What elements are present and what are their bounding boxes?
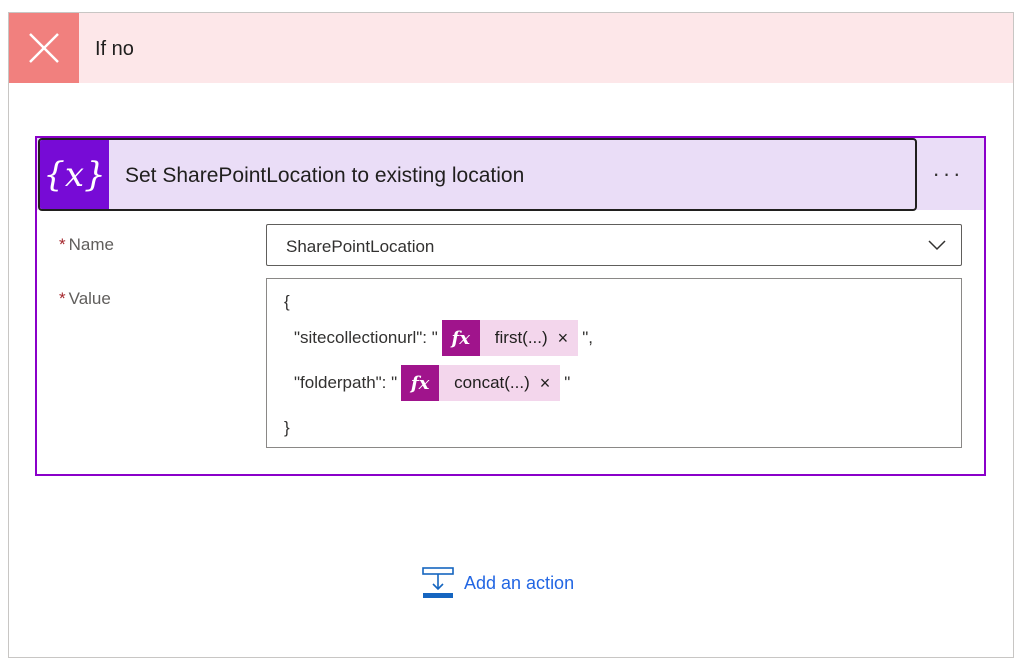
token-label: first(...) <box>494 328 548 347</box>
branch-header[interactable]: If no <box>9 13 1013 83</box>
value-label-text: Value <box>68 289 111 308</box>
branch-title: If no <box>95 38 134 60</box>
add-action-button[interactable]: Add an action <box>422 566 574 600</box>
value-editor[interactable]: { "sitecollectionurl": " fx first(...) ×… <box>266 278 962 448</box>
if-no-branch-container: If no {x} Set SharePointLocation to exis… <box>8 12 1014 658</box>
chevron-down-icon <box>928 240 946 251</box>
close-icon <box>9 13 79 83</box>
site-key: "sitecollectionurl": " <box>294 328 438 347</box>
expression-token-concat[interactable]: fx concat(...) × <box>401 365 561 401</box>
expression-token-first[interactable]: fx first(...) × <box>441 320 579 356</box>
remove-token-icon[interactable]: × <box>540 373 561 394</box>
set-variable-action-card: {x} Set SharePointLocation to existing l… <box>35 136 986 476</box>
name-dropdown-value: SharePointLocation <box>286 237 435 256</box>
add-action-icon <box>422 567 454 598</box>
remove-token-icon[interactable]: × <box>558 328 579 349</box>
fx-icon: fx <box>401 365 440 401</box>
code-line-close: } <box>284 418 290 438</box>
name-dropdown[interactable]: SharePointLocation <box>266 224 962 266</box>
action-card-header[interactable]: {x} Set SharePointLocation to existing l… <box>38 138 917 211</box>
close-brace: } <box>284 418 290 437</box>
token-label: concat(...) <box>454 373 530 392</box>
code-line-folderpath: "folderpath": " fx concat(...) × " <box>294 365 570 401</box>
more-options-button[interactable]: ··· <box>927 158 969 190</box>
open-brace: { <box>284 292 290 311</box>
fx-icon: fx <box>441 320 480 356</box>
name-label-text: Name <box>68 235 114 254</box>
add-action-label: Add an action <box>464 572 575 593</box>
name-field-label: * Name <box>59 235 114 255</box>
action-title: Set SharePointLocation to existing locat… <box>125 164 525 187</box>
value-field-label: * Value <box>59 289 111 309</box>
code-line-sitecollectionurl: "sitecollectionurl": " fx first(...) × "… <box>294 320 593 356</box>
required-mark: * <box>59 235 66 254</box>
code-line-open: { <box>284 292 290 312</box>
folder-key: "folderpath": " <box>294 373 398 392</box>
variable-icon: {x} <box>40 140 109 209</box>
required-mark: * <box>59 289 66 308</box>
site-suffix: ", <box>582 328 593 347</box>
folder-suffix: " <box>564 373 571 392</box>
